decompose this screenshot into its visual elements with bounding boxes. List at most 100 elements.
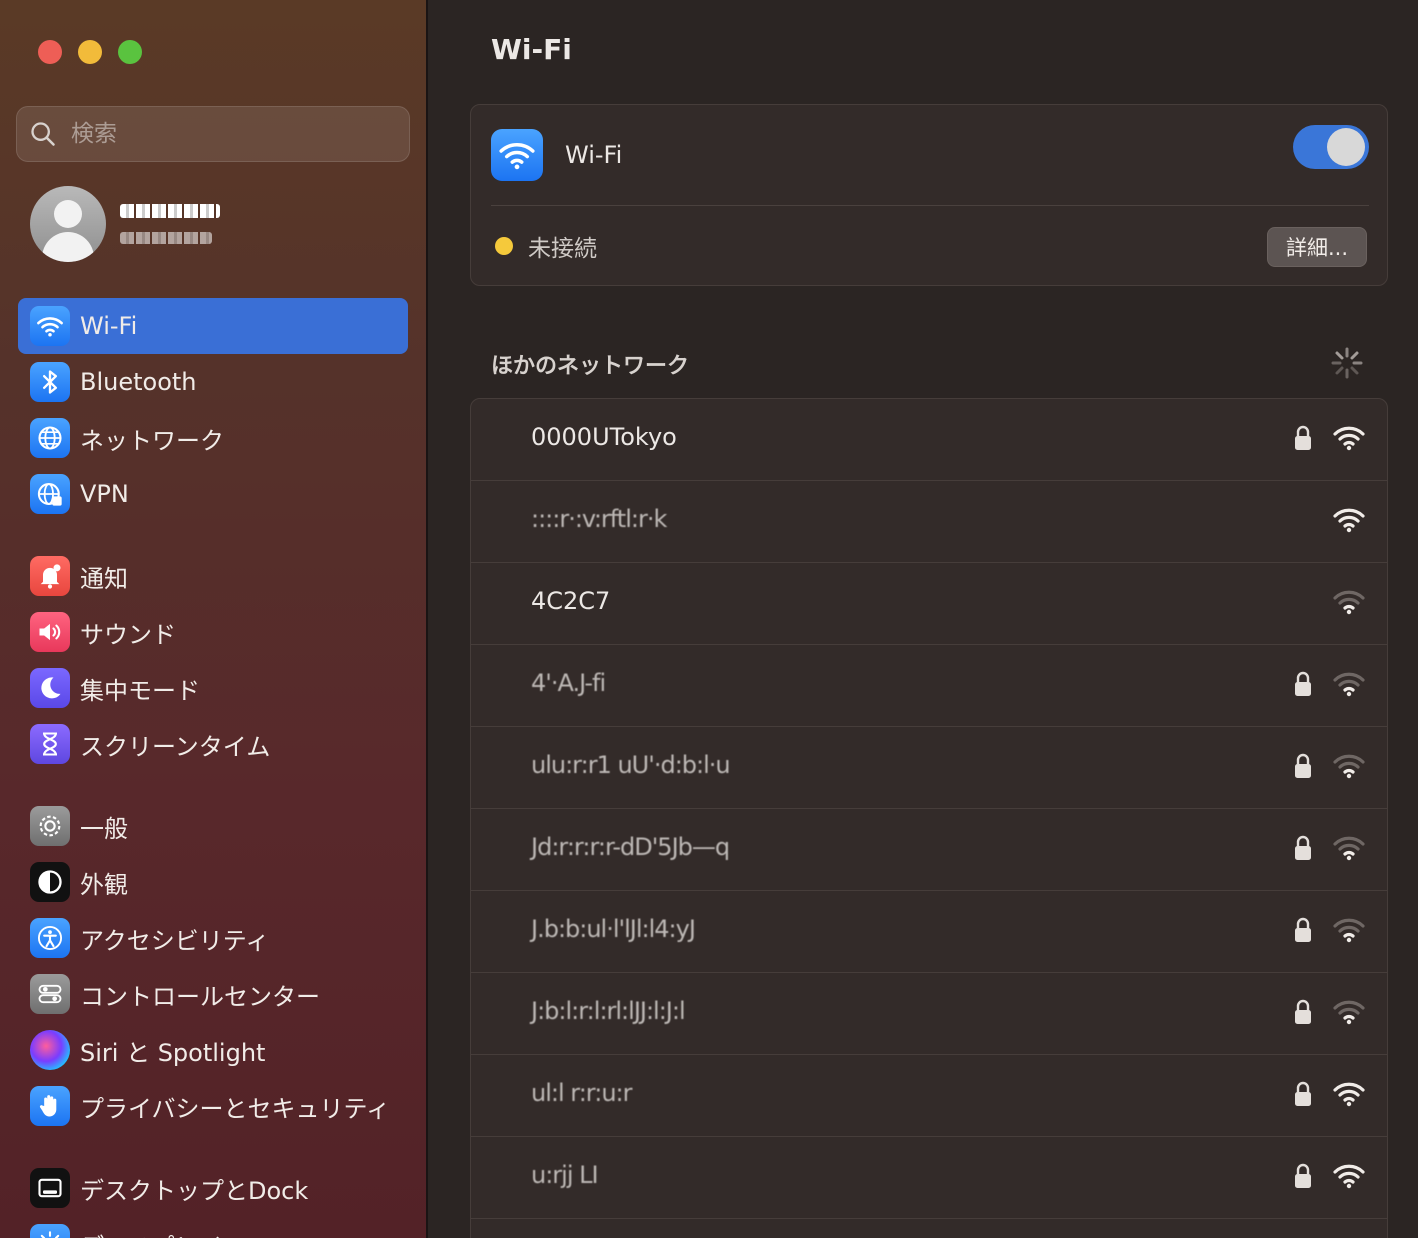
lock-icon [1295, 917, 1311, 942]
network-row[interactable]: 0000UTokyo [471, 399, 1387, 481]
gear-icon [30, 806, 70, 846]
page-title: Wi-Fi [491, 33, 572, 66]
sidebar-item-label: VPN [80, 480, 129, 508]
network-name: 4'·A.J-fi [531, 669, 606, 697]
bluetooth-icon [30, 362, 70, 402]
details-button[interactable]: 詳細... [1267, 227, 1367, 267]
moon-icon [30, 668, 70, 708]
wifi-signal-icon [1333, 836, 1365, 861]
network-name: Jd:r:r:r:r-dD'5Jb—q [531, 833, 730, 861]
sidebar: Wi-Fi Bluetooth ネットワーク VPN 通知 [0, 0, 428, 1238]
sidebar-item-accessibility[interactable]: アクセシビリティ [18, 910, 408, 966]
sidebar-item-display[interactable]: ディスプレイ [18, 1216, 408, 1238]
status-dot [495, 237, 513, 255]
hourglass-icon [30, 724, 70, 764]
wifi-card: Wi-Fi 未接続 詳細... [470, 104, 1388, 286]
close-window-button[interactable] [38, 40, 62, 64]
sidebar-item-label: アクセシビリティ [80, 926, 270, 955]
wifi-signal-icon [1333, 672, 1365, 697]
sidebar-item-siri-spotlight[interactable]: Siri と Spotlight [18, 1022, 408, 1078]
network-row[interactable]: 4'·A.J-fi [471, 645, 1387, 727]
sidebar-item-label: デスクトップとDock [80, 1176, 309, 1205]
status-text: 未接続 [528, 236, 597, 262]
sidebar-item-notifications[interactable]: 通知 [18, 548, 408, 604]
network-row[interactable]: Jd:r:r:r:r-dD'5Jb—q [471, 809, 1387, 891]
wifi-toggle[interactable] [1293, 125, 1369, 169]
network-name: ulu:r:r1 uU'·d:b:l·u [531, 751, 731, 779]
bell-icon [30, 556, 70, 596]
siri-icon [30, 1030, 70, 1070]
sidebar-item-screen-time[interactable]: スクリーンタイム [18, 716, 408, 772]
wifi-label: Wi-Fi [565, 141, 623, 169]
sidebar-item-privacy-security[interactable]: プライバシーとセキュリティ [18, 1078, 408, 1134]
search-icon [31, 122, 55, 146]
wifi-icon [30, 306, 70, 346]
sidebar-item-label: 外観 [80, 870, 128, 899]
network-row[interactable]: u:rjj LI [471, 1137, 1387, 1219]
account-name-redacted [120, 204, 220, 218]
sidebar-item-label: 一般 [80, 814, 128, 843]
search-field[interactable] [16, 106, 410, 162]
sidebar-group-notifications: 通知 サウンド 集中モード スクリーンタイム [18, 548, 408, 772]
wifi-signal-icon [1333, 1164, 1365, 1189]
wifi-signal-icon [1333, 754, 1365, 779]
speaker-icon [30, 612, 70, 652]
appearance-icon [30, 862, 70, 902]
window-controls [38, 40, 142, 64]
display-icon [30, 1224, 70, 1238]
wifi-icon [491, 129, 543, 181]
wifi-signal-icon [1333, 1082, 1365, 1107]
wifi-signal-icon [1333, 918, 1365, 943]
sidebar-item-desktop-dock[interactable]: デスクトップとDock [18, 1160, 408, 1216]
sidebar-item-general[interactable]: 一般 [18, 798, 408, 854]
wifi-signal-icon [1333, 1000, 1365, 1025]
sidebar-item-vpn[interactable]: VPN [18, 466, 408, 522]
zoom-window-button[interactable] [118, 40, 142, 64]
network-name: ::::r·:v:rftl:r·k [531, 505, 667, 533]
network-row[interactable]: ::::r·:v:rftl:r·k [471, 481, 1387, 563]
main-pane: Wi-Fi Wi-Fi 未接続 詳細... ほかのネットワーク 0000UTok… [430, 0, 1418, 1238]
sidebar-item-control-center[interactable]: コントロールセンター [18, 966, 408, 1022]
sidebar-item-appearance[interactable]: 外観 [18, 854, 408, 910]
network-row[interactable]: ulu:r:r1 uU'·d:b:l·u [471, 727, 1387, 809]
sidebar-item-label: コントロールセンター [80, 982, 320, 1011]
sidebar-item-label: プライバシーとセキュリティ [80, 1094, 391, 1123]
toggles-icon [30, 974, 70, 1014]
wifi-signal-icon [1333, 590, 1365, 615]
connection-status: 未接続 [495, 229, 597, 263]
lock-icon [1295, 425, 1311, 450]
vpn-globe-icon [30, 474, 70, 514]
accessibility-icon [30, 918, 70, 958]
sidebar-item-label: サウンド [80, 620, 176, 649]
dock-icon [30, 1168, 70, 1208]
network-row[interactable]: J.b:b:ul·l'lJl:l4:yJ [471, 891, 1387, 973]
lock-icon [1295, 1081, 1311, 1106]
sidebar-item-label: Siri と Spotlight [80, 1038, 266, 1067]
network-name: ul:l r:r:u:r [531, 1079, 632, 1107]
lock-icon [1295, 835, 1311, 860]
sidebar-item-label: Bluetooth [80, 368, 197, 396]
sidebar-group-network: Wi-Fi Bluetooth ネットワーク VPN [18, 298, 408, 522]
network-row[interactable]: ul:l r:r:u:r [471, 1055, 1387, 1137]
minimize-window-button[interactable] [78, 40, 102, 64]
network-name: J:b:l:r:l:rl:lJJ:l:J:l [531, 997, 686, 1025]
network-list: 0000UTokyo ::::r·:v:rftl:r·k 4C2C7 4'·A.… [470, 398, 1388, 1238]
network-row[interactable]: J:b:l:r:l:rl:lJJ:l:J:l [471, 973, 1387, 1055]
sidebar-item-network[interactable]: ネットワーク [18, 410, 408, 466]
sidebar-item-focus[interactable]: 集中モード [18, 660, 408, 716]
network-row[interactable]: 4C2C7 [471, 563, 1387, 645]
sidebar-item-label: ネットワーク [80, 426, 224, 455]
search-input[interactable] [71, 121, 371, 147]
apple-account[interactable] [30, 186, 220, 262]
hand-icon [30, 1086, 70, 1126]
network-name: 0000UTokyo [531, 423, 677, 451]
network-name: u:rjj LI [531, 1161, 599, 1189]
sidebar-item-label: Wi-Fi [80, 312, 138, 340]
sidebar-item-sound[interactable]: サウンド [18, 604, 408, 660]
sidebar-item-wifi[interactable]: Wi-Fi [18, 298, 408, 354]
sidebar-item-label: 集中モード [80, 676, 200, 705]
globe-icon [30, 418, 70, 458]
lock-icon [1295, 999, 1311, 1024]
wifi-signal-icon [1333, 426, 1365, 451]
sidebar-item-bluetooth[interactable]: Bluetooth [18, 354, 408, 410]
